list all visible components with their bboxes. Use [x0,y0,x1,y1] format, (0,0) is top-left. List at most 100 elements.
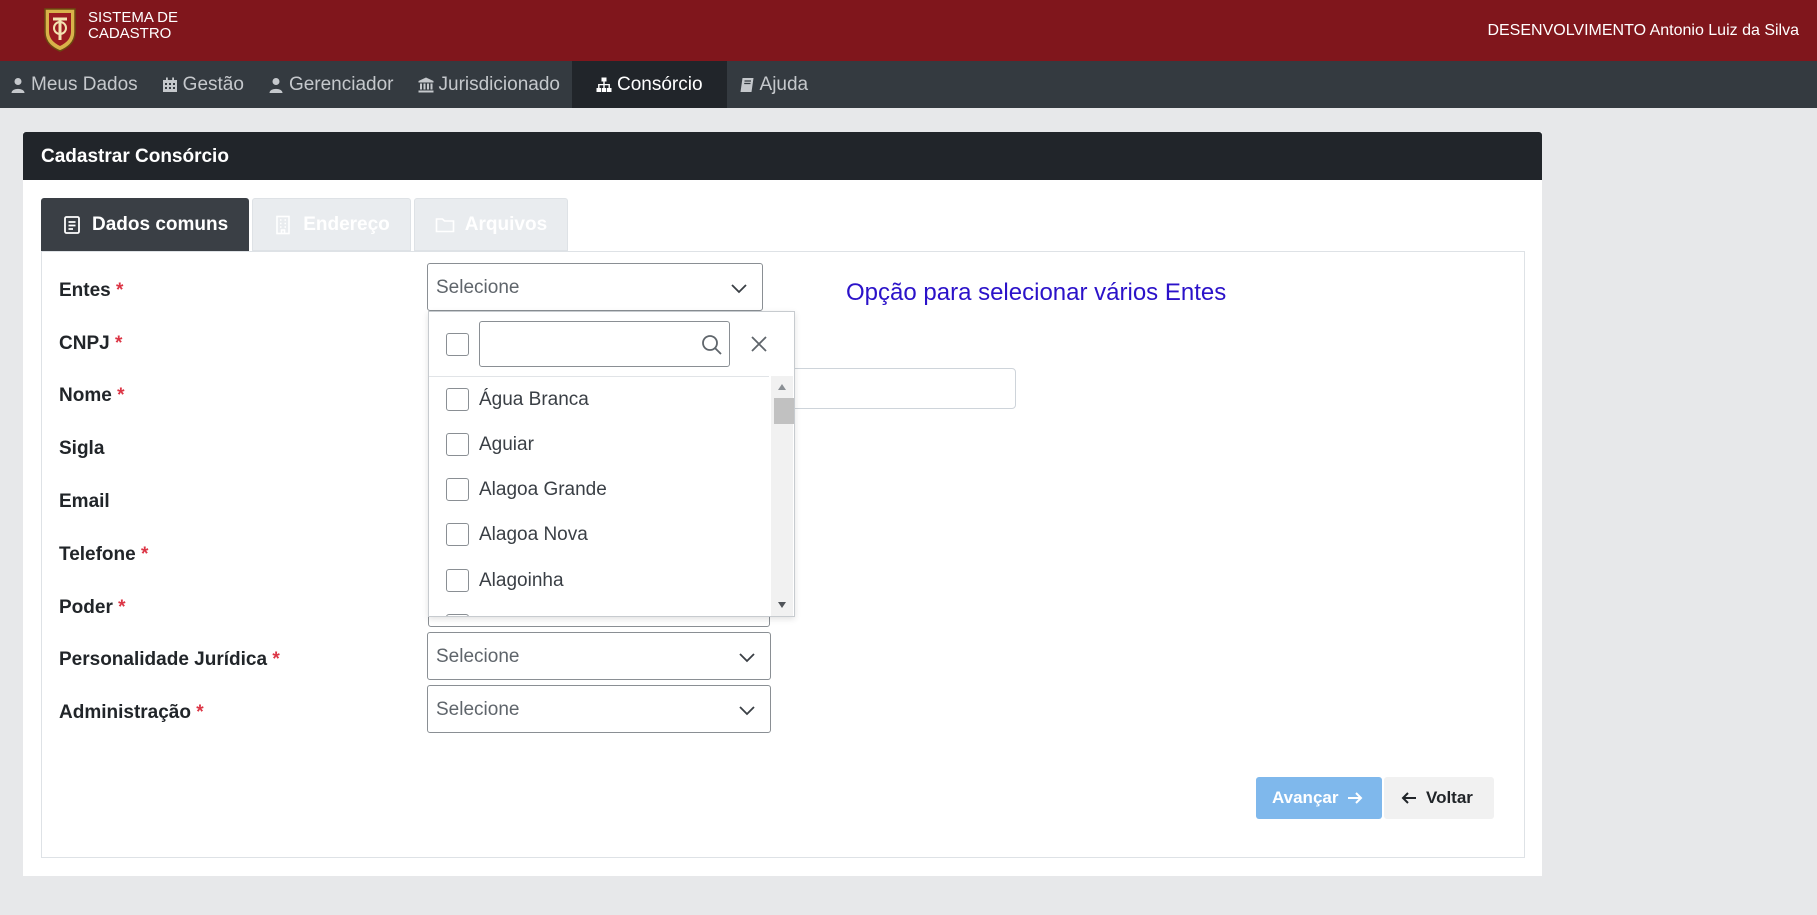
tab-bar: Dados comuns Endereço Arquivos [41,198,569,251]
required-mark: * [272,649,280,670]
option-item[interactable]: Alagoa Grande [429,467,769,512]
label-text: Sigla [59,438,105,459]
scroll-up-icon[interactable] [777,383,787,391]
advance-button[interactable]: Avançar [1256,777,1382,819]
nome-field[interactable] [784,368,1016,409]
option-label: Alagoinha [479,570,564,591]
label-text: Entes [59,280,111,301]
option-checkbox[interactable] [446,523,469,546]
option-label: Alagoa Grande [479,479,607,500]
option-item-partial[interactable] [429,603,769,616]
dropdown-header [429,312,794,376]
label-personalidade-juridica: Personalidade Jurídica * [59,649,280,671]
user-icon [269,77,283,93]
dropdown-search-input[interactable] [479,321,730,367]
brand-line-1: SISTEMA DE [88,9,179,26]
brand-text: SISTEMA DE CADASTRO [88,10,178,42]
dropdown-scrollbar[interactable] [771,376,794,616]
nav-label: Consórcio [616,73,703,95]
chevron-down-icon [731,284,747,294]
chevron-down-icon [739,653,755,663]
chevron-down-icon [739,706,755,716]
logo-icon [44,8,76,52]
required-mark: * [118,597,126,618]
label-cnpj: CNPJ * [59,333,122,355]
close-icon[interactable] [749,334,769,354]
tab-dados-comuns[interactable]: Dados comuns [41,198,250,251]
administracao-select[interactable]: Selecione [427,685,771,733]
option-checkbox[interactable] [446,478,469,501]
book-icon [740,77,754,92]
document-icon [64,215,80,234]
card-title: Cadastrar Consórcio [23,132,1542,180]
label-administracao: Administração * [59,702,204,724]
option-checkbox[interactable] [446,388,469,411]
scroll-down-icon[interactable] [777,601,787,609]
app-header: SISTEMA DE CADASTRO DESENVOLVIMENTO Anto… [0,0,1817,61]
required-mark: * [141,544,149,565]
building-icon [276,215,291,234]
nav-item-jurisdicionado[interactable]: Jurisdicionado [406,61,572,108]
label-text: Poder [59,597,113,618]
label-sigla: Sigla [59,438,104,460]
nav-item-gestao[interactable]: Gestão [150,61,256,108]
option-label: Alagoa Nova [479,524,588,545]
option-item[interactable]: Alagoinha [429,558,769,603]
nav-label: Gestão [182,73,244,95]
option-checkbox[interactable] [446,569,469,592]
tab-endereco[interactable]: Endereço [252,198,411,251]
label-text: Email [59,491,110,512]
user-icon [11,77,25,93]
select-value: Selecione [436,277,520,298]
tab-label: Endereço [303,213,390,235]
advance-label: Avançar [1272,788,1339,807]
nav-label: Meus Dados [31,73,138,95]
required-mark: * [117,385,125,406]
tab-label: Arquivos [464,213,548,235]
tab-arquivos[interactable]: Arquivos [413,198,569,251]
label-text: Administração [59,702,191,723]
option-label: Água Branca [479,389,589,410]
option-item[interactable]: Aguiar [429,422,769,467]
tab-label: Dados comuns [92,213,229,235]
brand-line-2: CADASTRO [88,25,172,42]
label-text: Nome [59,385,112,406]
nav-label: Jurisdicionado [438,73,560,95]
nav-label: Gerenciador [288,73,394,95]
label-entes: Entes * [59,280,123,302]
label-email: Email [59,491,110,513]
select-value: Selecione [436,646,520,667]
nav-label: Ajuda [759,73,809,95]
option-label: Aguiar [479,434,534,455]
required-mark: * [196,702,204,723]
select-all-checkbox[interactable] [446,333,469,356]
option-item[interactable]: Alagoa Nova [429,512,769,557]
select-value: Selecione [436,699,520,720]
calendar-icon [162,77,177,92]
back-label: Voltar [1426,788,1473,807]
arrow-left-icon [1401,792,1416,804]
label-telefone: Telefone * [59,544,148,566]
back-button[interactable]: Voltar [1384,777,1494,819]
entes-select[interactable]: Selecione [427,263,763,311]
hint-text: Opção para selecionar vários Entes [846,279,1227,306]
option-checkbox[interactable] [446,433,469,456]
sitemap-icon [596,77,612,92]
option-item[interactable]: Água Branca [429,377,769,422]
nav-item-gerenciador[interactable]: Gerenciador [256,61,406,108]
label-text: Telefone [59,544,136,565]
required-mark: * [114,333,123,354]
label-poder: Poder * [59,597,126,619]
scroll-thumb[interactable] [774,398,794,424]
folder-icon [435,217,455,232]
nav-item-ajuda[interactable]: Ajuda [727,61,821,108]
user-info[interactable]: DESENVOLVIMENTO Antonio Luiz da Silva [1487,22,1799,40]
dropdown-options: Água Branca Aguiar Alagoa Grande Alagoa … [429,376,769,616]
entes-dropdown: Água Branca Aguiar Alagoa Grande Alagoa … [428,311,795,617]
main-nav: Meus Dados Gestão Gerenciador Jurisdicio… [0,61,1817,108]
nav-item-consorcio[interactable]: Consórcio [571,61,727,108]
nav-item-meus-dados[interactable]: Meus Dados [0,61,150,108]
personalidade-juridica-select[interactable]: Selecione [427,632,771,680]
arrow-right-icon [1348,792,1363,804]
option-checkbox[interactable] [446,614,469,616]
